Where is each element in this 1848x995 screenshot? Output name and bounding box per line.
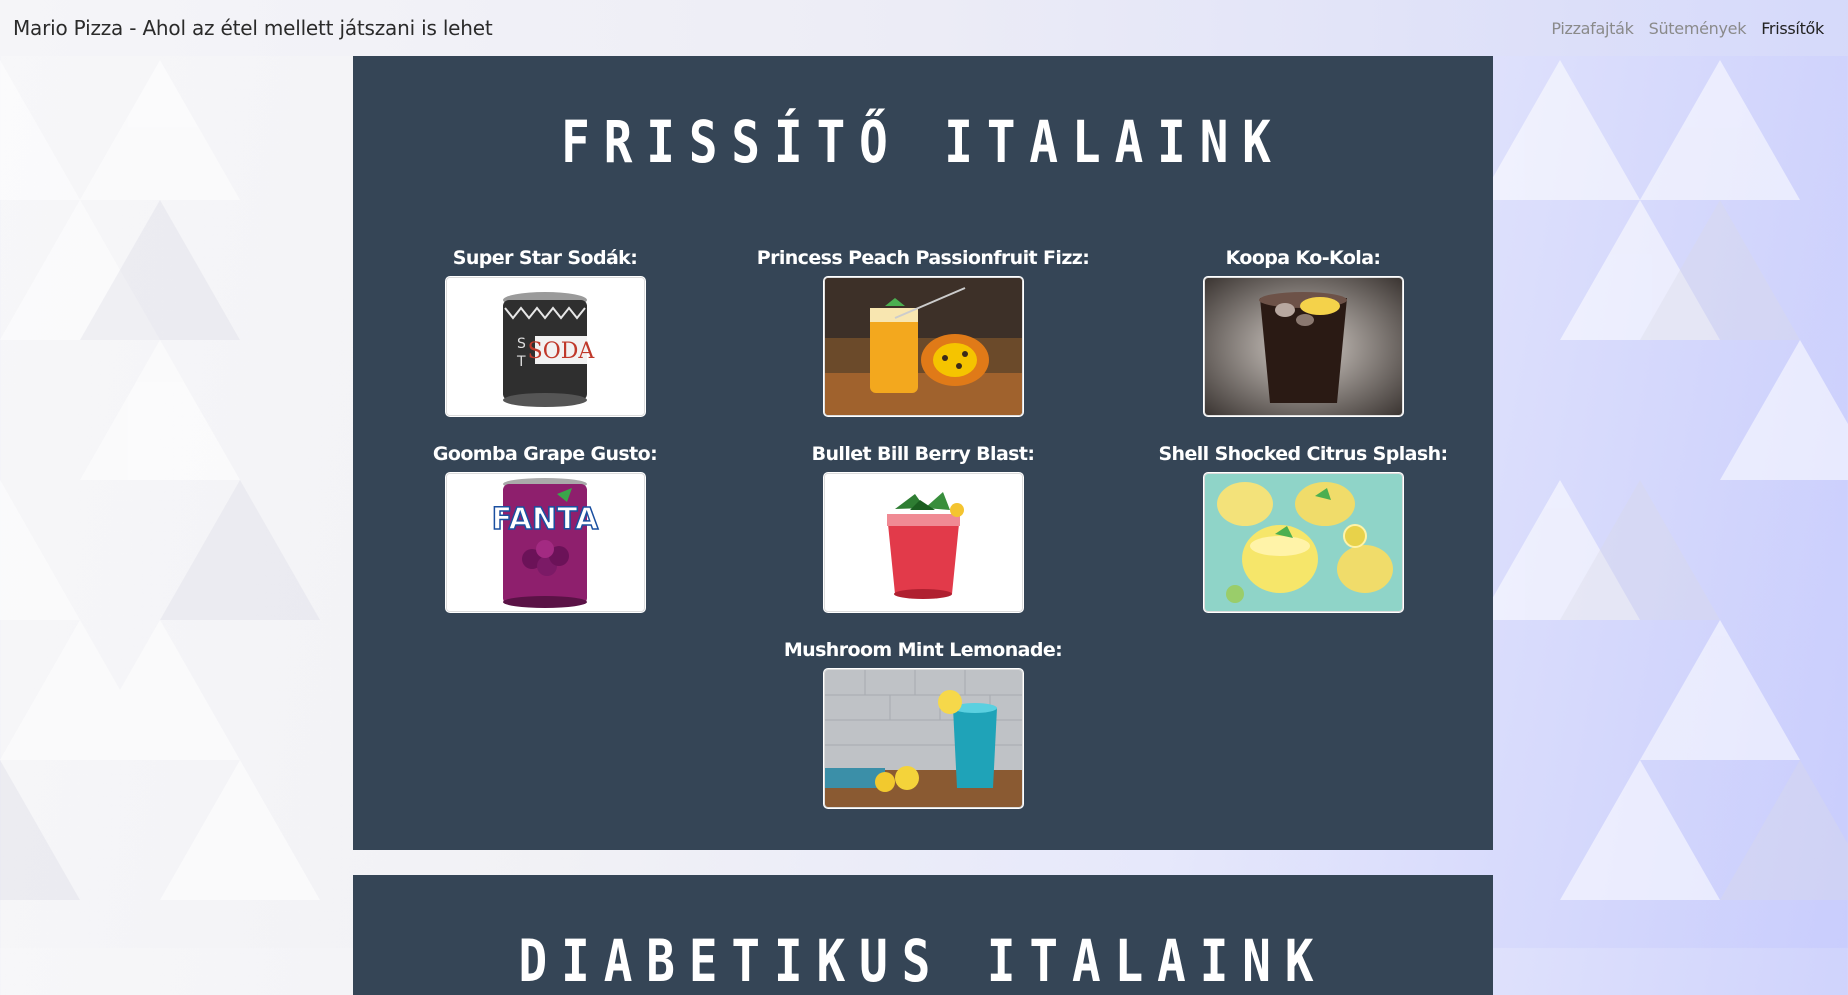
drink-card: Koopa Ko-Kola: [1113, 247, 1493, 416]
drink-name: Bullet Bill Berry Blast: [811, 443, 1035, 465]
svg-text:SODA: SODA [527, 339, 595, 364]
drink-card: Shell Shocked Citrus Splash: [1113, 443, 1493, 612]
citrus-lemonade-glasses-image [1203, 473, 1403, 612]
drink-name: Mushroom Mint Lemonade: [783, 639, 1063, 661]
drink-card: Goomba Grape Gusto: FANTA [355, 443, 735, 612]
nav-link-sutemenyek[interactable]: Sütemények [1649, 19, 1747, 38]
berry-drink-glass-image [823, 473, 1023, 612]
drink-name: Super Star Sodák: [452, 247, 638, 269]
drink-name: Goomba Grape Gusto: [432, 443, 658, 465]
drink-card: Princess Peach Passionfruit Fizz: [733, 247, 1113, 416]
svg-text:T: T [516, 354, 526, 370]
diabetic-drinks-section: DIABETIKUS ITALAINK [353, 875, 1493, 995]
drink-card: Bullet Bill Berry Blast: [733, 443, 1113, 612]
drink-name: Princess Peach Passionfruit Fizz: [756, 247, 1090, 269]
passionfruit-drink-image [823, 277, 1023, 416]
drink-card: Super Star Sodák: SODA S T [355, 247, 735, 416]
nav-links: Pizzafajták Sütemények Frissítők [1551, 19, 1824, 38]
refreshing-drinks-section: FRISSÍTŐ ITALAINK Super Star Sodák: SODA… [353, 56, 1493, 850]
grape-fanta-can-image: FANTA [445, 473, 645, 612]
section-title: DIABETIKUS ITALAINK [518, 927, 1328, 995]
brand-link[interactable]: Mario Pizza - Ahol az étel mellett játsz… [13, 16, 493, 40]
drink-card: Mushroom Mint Lemonade: [733, 639, 1113, 808]
nav-link-pizzafajtak[interactable]: Pizzafajták [1551, 19, 1634, 38]
svg-text:FANTA: FANTA [491, 502, 599, 537]
top-navbar: Mario Pizza - Ahol az étel mellett játsz… [0, 0, 1848, 56]
section-title: FRISSÍTŐ ITALAINK [561, 108, 1285, 176]
drink-name: Koopa Ko-Kola: [1225, 247, 1381, 269]
blue-lemonade-glass-image [823, 669, 1023, 808]
cola-glass-image [1203, 277, 1403, 416]
drink-name: Shell Shocked Citrus Splash: [1158, 443, 1448, 465]
nav-link-frissitok[interactable]: Frissítők [1761, 19, 1824, 38]
star-soda-can-image: SODA S T [445, 277, 645, 416]
svg-text:S: S [517, 336, 526, 352]
